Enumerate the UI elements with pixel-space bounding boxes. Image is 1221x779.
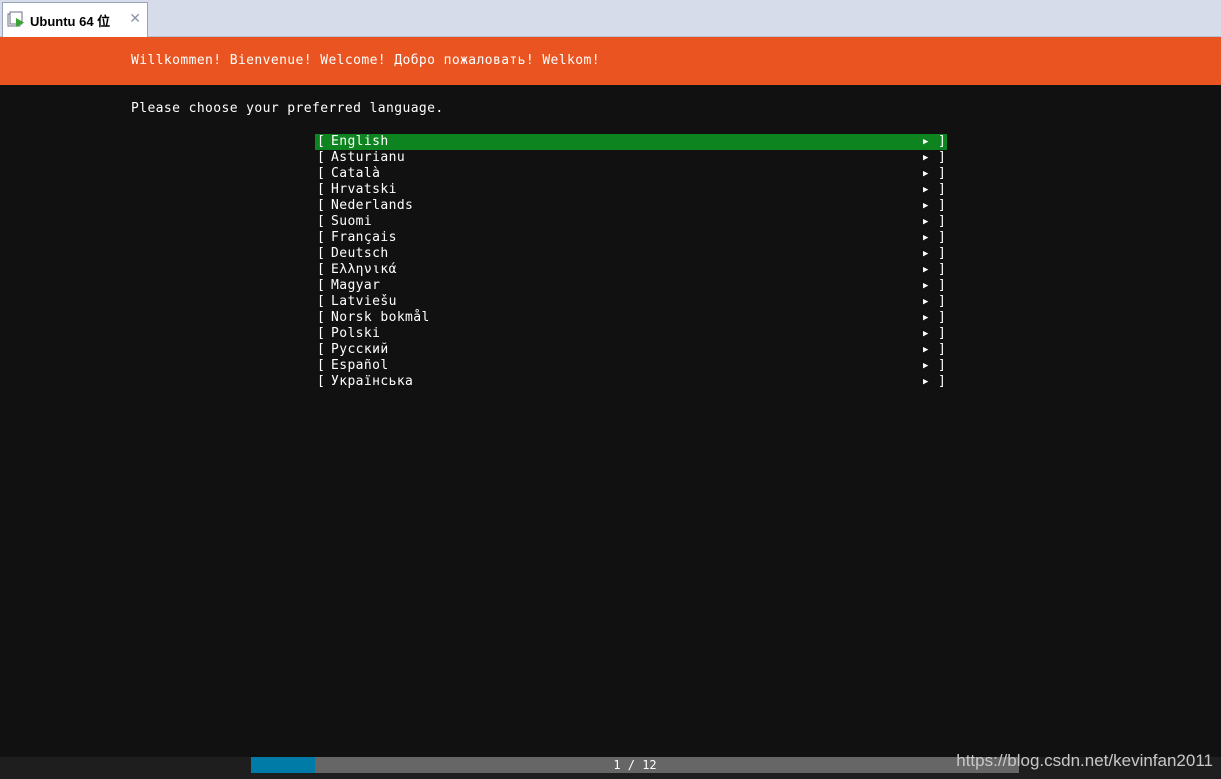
bracket-open: [: [317, 358, 326, 373]
language-option[interactable]: [ Norsk bokmål ▶]: [315, 310, 947, 326]
vm-tab-bar: Ubuntu 64 位 ✕: [0, 0, 1221, 37]
language-option[interactable]: [ Polski ▶]: [315, 326, 947, 342]
installer-console: Willkommen! Bienvenue! Welcome! Добро по…: [0, 37, 1221, 757]
arrow-right-icon: ▶: [923, 313, 929, 323]
language-name: Polski: [331, 326, 381, 341]
watermark-text: https://blog.csdn.net/kevinfan2011: [956, 751, 1213, 770]
language-name: Français: [331, 230, 397, 245]
bracket-close: ]: [938, 374, 947, 389]
language-option[interactable]: [ Suomi ▶]: [315, 214, 947, 230]
bracket-open: [: [317, 342, 326, 357]
language-option[interactable]: [ Українська ▶]: [315, 374, 947, 390]
vm-tab[interactable]: Ubuntu 64 位 ✕: [2, 2, 148, 37]
language-option[interactable]: [ Asturianu ▶]: [315, 150, 947, 166]
arrow-right-icon: ▶: [923, 361, 929, 371]
bracket-open: [: [317, 182, 326, 197]
bracket-close: ]: [938, 182, 947, 197]
bracket-close: ]: [938, 246, 947, 261]
language-list: [ English ▶] [ Asturianu ▶] [ Català ▶] [ Hrvatski…: [315, 134, 947, 390]
progress-bar: 1 / 12: [251, 757, 1019, 773]
bracket-close: ]: [938, 214, 947, 229]
language-option[interactable]: [ Русский ▶]: [315, 342, 947, 358]
close-icon[interactable]: ✕: [129, 11, 141, 27]
language-name: Norsk bokmål: [331, 310, 430, 325]
arrow-right-icon: ▶: [923, 265, 929, 275]
bracket-open: [: [317, 326, 326, 341]
language-name: Hrvatski: [331, 182, 397, 197]
bracket-close: ]: [938, 134, 947, 149]
arrow-right-icon: ▶: [923, 329, 929, 339]
bracket-close: ]: [938, 278, 947, 293]
bracket-open: [: [317, 278, 326, 293]
language-name: Deutsch: [331, 246, 389, 261]
language-option[interactable]: [ Hrvatski ▶]: [315, 182, 947, 198]
language-option[interactable]: [ Magyar ▶]: [315, 278, 947, 294]
arrow-right-icon: ▶: [923, 345, 929, 355]
vm-tab-title: Ubuntu 64 位: [30, 13, 111, 29]
language-option[interactable]: [ English ▶]: [315, 134, 947, 150]
welcome-header-text: Willkommen! Bienvenue! Welcome! Добро по…: [131, 53, 600, 68]
language-name: Asturianu: [331, 150, 406, 165]
bracket-open: [: [317, 246, 326, 261]
language-option[interactable]: [ Deutsch ▶]: [315, 246, 947, 262]
arrow-right-icon: ▶: [923, 201, 929, 211]
bracket-open: [: [317, 134, 326, 149]
language-name: Українська: [331, 374, 414, 389]
bracket-open: [: [317, 262, 326, 277]
progress-label: 1 / 12: [613, 758, 657, 772]
arrow-right-icon: ▶: [923, 249, 929, 259]
language-name: Català: [331, 166, 381, 181]
bracket-open: [: [317, 198, 326, 213]
arrow-right-icon: ▶: [923, 153, 929, 163]
bracket-open: [: [317, 230, 326, 245]
bracket-open: [: [317, 150, 326, 165]
installer-header: Willkommen! Bienvenue! Welcome! Добро по…: [0, 37, 1221, 85]
arrow-right-icon: ▶: [923, 217, 929, 227]
bracket-close: ]: [938, 358, 947, 373]
bracket-close: ]: [938, 326, 947, 341]
language-name: Latviešu: [331, 294, 397, 309]
bracket-close: ]: [938, 294, 947, 309]
bracket-close: ]: [938, 310, 947, 325]
arrow-right-icon: ▶: [923, 169, 929, 179]
bracket-close: ]: [938, 230, 947, 245]
language-name: Nederlands: [331, 198, 414, 213]
arrow-right-icon: ▶: [923, 297, 929, 307]
arrow-right-icon: ▶: [923, 185, 929, 195]
bracket-close: ]: [938, 342, 947, 357]
arrow-right-icon: ▶: [923, 281, 929, 291]
bracket-open: [: [317, 214, 326, 229]
language-option[interactable]: [ Nederlands ▶]: [315, 198, 947, 214]
language-name: Magyar: [331, 278, 381, 293]
language-name: Español: [331, 358, 389, 373]
bracket-open: [: [317, 310, 326, 325]
bracket-open: [: [317, 374, 326, 389]
language-name: English: [331, 134, 389, 149]
language-option[interactable]: [ Català ▶]: [315, 166, 947, 182]
language-option[interactable]: [ Français ▶]: [315, 230, 947, 246]
bracket-close: ]: [938, 166, 947, 181]
bracket-open: [: [317, 294, 326, 309]
bracket-close: ]: [938, 198, 947, 213]
language-name: Suomi: [331, 214, 373, 229]
language-option[interactable]: [ Ελληνικά ▶]: [315, 262, 947, 278]
language-name: Русский: [331, 342, 389, 357]
language-option[interactable]: [ Latviešu ▶]: [315, 294, 947, 310]
bracket-close: ]: [938, 262, 947, 277]
arrow-right-icon: ▶: [923, 377, 929, 387]
arrow-right-icon: ▶: [923, 137, 929, 147]
language-name: Ελληνικά: [331, 262, 397, 277]
language-prompt: Please choose your preferred language.: [131, 101, 444, 116]
language-option[interactable]: [ Español ▶]: [315, 358, 947, 374]
bracket-open: [: [317, 166, 326, 181]
arrow-right-icon: ▶: [923, 233, 929, 243]
bracket-close: ]: [938, 150, 947, 165]
vm-play-icon: [7, 11, 25, 29]
